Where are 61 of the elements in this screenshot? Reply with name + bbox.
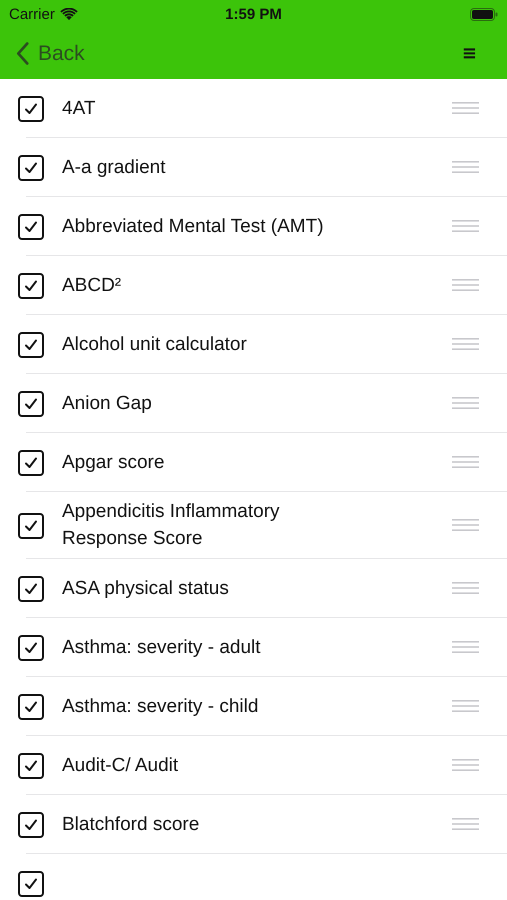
item-label: A-a gradient bbox=[62, 156, 166, 180]
checkbox[interactable] bbox=[18, 870, 44, 896]
checkbox[interactable] bbox=[18, 512, 44, 538]
item-label: Appendicitis Inflammatory Response Score bbox=[62, 500, 281, 551]
carrier-name: Carrier bbox=[9, 6, 55, 22]
check-icon bbox=[23, 816, 39, 832]
drag-handle-icon[interactable] bbox=[452, 396, 479, 410]
item-label: Apgar score bbox=[62, 450, 164, 474]
checkbox[interactable] bbox=[18, 752, 44, 778]
battery-icon bbox=[470, 8, 498, 20]
check-icon bbox=[23, 160, 39, 176]
clock-time: 1:59 PM bbox=[225, 6, 282, 22]
item-label: ABCD² bbox=[62, 274, 122, 298]
menu-button[interactable]: ≡ bbox=[462, 43, 477, 64]
checkbox[interactable] bbox=[18, 96, 44, 122]
check-icon bbox=[23, 876, 39, 892]
check-icon bbox=[23, 580, 39, 596]
drag-handle-icon[interactable] bbox=[452, 101, 479, 115]
checkbox[interactable] bbox=[18, 214, 44, 240]
drag-handle-icon[interactable] bbox=[452, 758, 479, 772]
drag-handle-icon[interactable] bbox=[452, 518, 479, 532]
check-icon bbox=[23, 698, 39, 714]
drag-handle-icon[interactable] bbox=[452, 455, 479, 469]
item-label: Asthma: severity - child bbox=[62, 694, 258, 718]
check-icon bbox=[23, 518, 39, 534]
check-icon bbox=[23, 640, 39, 656]
drag-handle-icon[interactable] bbox=[452, 581, 479, 595]
check-icon bbox=[23, 100, 39, 116]
item-label: Asthma: severity - adult bbox=[62, 636, 261, 660]
item-label: Blatchford score bbox=[62, 812, 200, 836]
checkbox[interactable] bbox=[18, 450, 44, 476]
checkbox[interactable] bbox=[18, 694, 44, 720]
check-icon bbox=[23, 336, 39, 352]
drag-handle-icon[interactable] bbox=[452, 160, 479, 174]
check-icon bbox=[23, 454, 39, 470]
item-label: Audit-C/ Audit bbox=[62, 754, 178, 778]
back-button[interactable]: Back bbox=[16, 42, 85, 66]
check-icon bbox=[23, 218, 39, 234]
drag-handle-icon[interactable] bbox=[452, 640, 479, 654]
check-icon bbox=[23, 396, 39, 412]
item-label: 4AT bbox=[62, 96, 96, 120]
checkbox[interactable] bbox=[18, 390, 44, 416]
check-icon bbox=[23, 278, 39, 294]
checkbox[interactable] bbox=[18, 154, 44, 180]
checkbox[interactable] bbox=[18, 634, 44, 660]
drag-handle-icon[interactable] bbox=[452, 337, 479, 351]
item-label: Alcohol unit calculator bbox=[62, 332, 247, 356]
checkbox[interactable] bbox=[18, 576, 44, 602]
drag-handle-icon[interactable] bbox=[452, 278, 479, 292]
drag-handle-icon[interactable] bbox=[452, 219, 479, 233]
checkbox[interactable] bbox=[18, 812, 44, 838]
checkbox[interactable] bbox=[18, 332, 44, 358]
chevron-left-icon bbox=[16, 42, 29, 65]
drag-handle-icon[interactable] bbox=[452, 699, 479, 713]
item-label: Anion Gap bbox=[62, 392, 152, 416]
checkbox[interactable] bbox=[18, 272, 44, 298]
drag-handle-icon[interactable] bbox=[452, 817, 479, 831]
check-icon bbox=[23, 758, 39, 774]
item-label: ASA physical status bbox=[62, 576, 229, 600]
wifi-icon bbox=[60, 8, 78, 20]
item-label: Abbreviated Mental Test (AMT) bbox=[62, 214, 324, 238]
